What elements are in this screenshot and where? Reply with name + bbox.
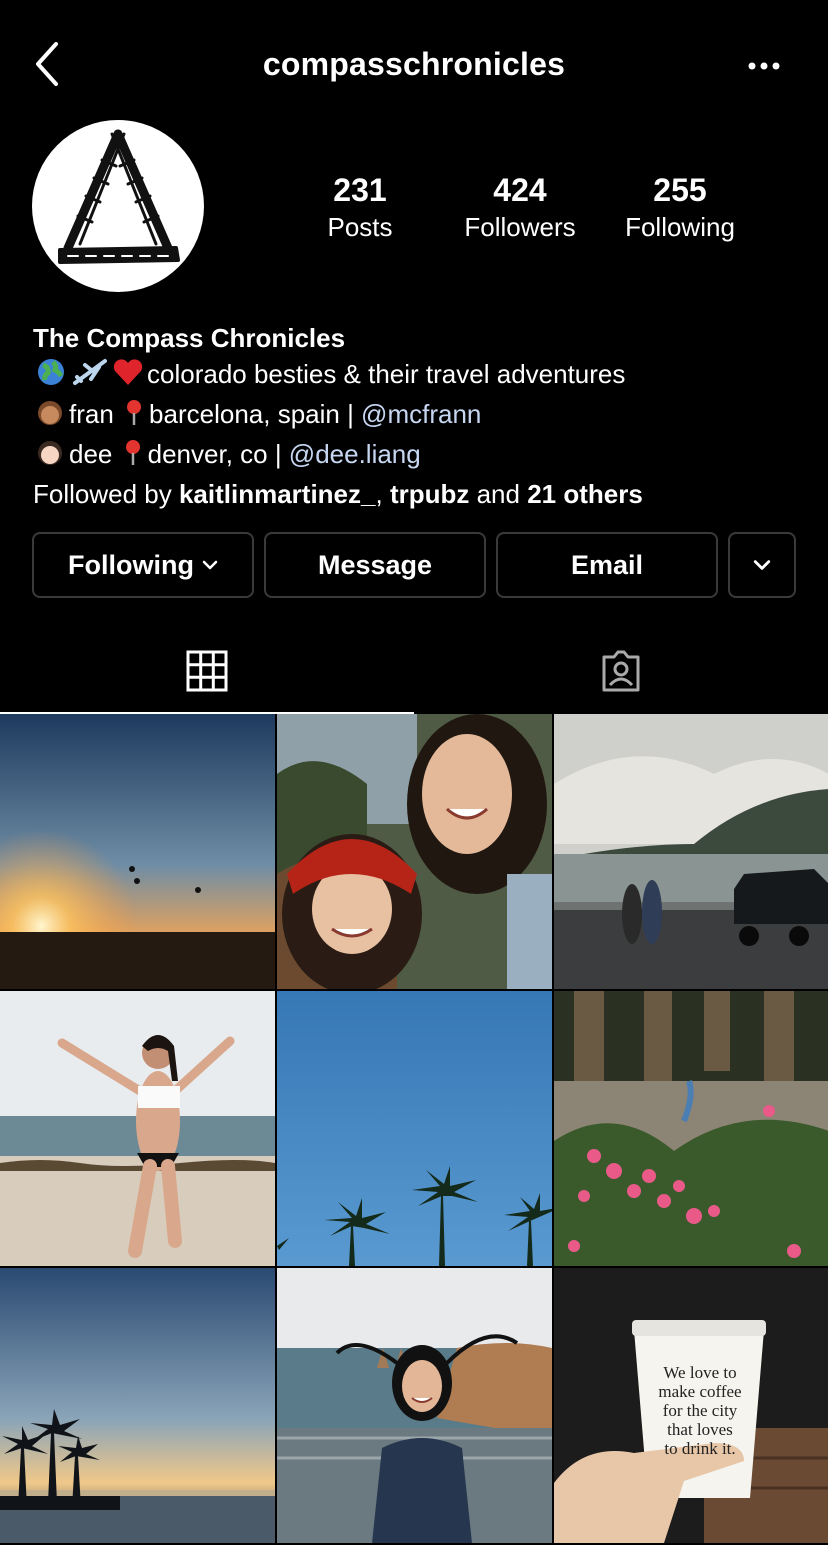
bio-line-2: fran barcelona, spain | @mcfrann xyxy=(33,396,813,436)
coffee-cup-text-line: to drink it. xyxy=(664,1439,735,1458)
followed-by-and: and xyxy=(469,479,528,509)
coffee-cup-text-line: We love to xyxy=(663,1363,736,1382)
mention-dee-liang[interactable]: @dee.liang xyxy=(289,439,421,469)
followed-by[interactable]: Followed by kaitlinmartinez_, trpubz and… xyxy=(33,476,813,512)
post-thumbnail[interactable] xyxy=(277,1268,552,1543)
more-horizontal-icon[interactable] xyxy=(744,54,784,78)
post-thumbnail[interactable]: We love to make coffee for the city that lo… xyxy=(554,1268,828,1543)
tagged-person-icon xyxy=(602,650,640,692)
bio-fran-name: fran xyxy=(69,399,114,429)
email-button-label: Email xyxy=(570,549,644,580)
profile-bio: The Compass Chronicles colorado besties … xyxy=(33,320,813,512)
coffee-cup-text-line: that loves xyxy=(667,1420,733,1439)
mention-mcfrann[interactable]: @mcfrann xyxy=(361,399,481,429)
globe-icon xyxy=(33,357,69,396)
following-button-label: Following xyxy=(68,549,194,580)
following-button[interactable]: Following xyxy=(32,532,254,598)
coffee-cup-text-line: make coffee xyxy=(658,1382,741,1401)
top-bar: compasschronicles xyxy=(0,0,828,130)
bio-line-1: colorado besties & their travel adventur… xyxy=(33,356,813,396)
tab-tagged[interactable] xyxy=(414,630,828,712)
bio-dee-location: denver, co | xyxy=(147,439,289,469)
stat-label: Following xyxy=(625,212,735,242)
followed-by-others[interactable]: 21 others xyxy=(527,479,643,509)
bio-dee-name: dee xyxy=(69,439,113,469)
stat-posts: 231 Posts xyxy=(280,170,440,244)
post-thumbnail[interactable] xyxy=(554,714,828,989)
tab-posts-grid[interactable] xyxy=(0,630,414,714)
followed-by-prefix: Followed by xyxy=(33,479,179,509)
bio-line-3: dee denver, co | @dee.liang xyxy=(33,436,813,476)
stat-following[interactable]: 255 Following xyxy=(600,170,760,244)
location-pin-icon xyxy=(120,437,146,476)
chevron-down-icon xyxy=(202,560,218,570)
followed-by-separator: , xyxy=(375,479,390,509)
followed-by-user[interactable]: trpubz xyxy=(390,479,469,509)
post-thumbnail[interactable] xyxy=(277,991,552,1266)
profile-avatar[interactable] xyxy=(32,120,204,292)
stat-followers[interactable]: 424 Followers xyxy=(440,170,600,244)
followed-by-user[interactable]: kaitlinmartinez_ xyxy=(179,479,376,509)
post-thumbnail[interactable] xyxy=(277,714,552,989)
profile-display-name: The Compass Chronicles xyxy=(33,323,346,353)
bio-tagline: colorado besties & their travel adventur… xyxy=(147,359,626,389)
email-button[interactable]: Email xyxy=(496,532,718,598)
stat-label: Followers xyxy=(464,212,576,242)
stat-value: 424 xyxy=(493,172,547,208)
stat-value: 255 xyxy=(653,172,707,208)
girl-emoji-icon xyxy=(33,437,67,476)
chevron-down-icon xyxy=(753,560,771,570)
bio-fran-location: barcelona, spain | xyxy=(149,399,362,429)
coffee-cup-text-line: for the city xyxy=(663,1401,738,1420)
heart-icon xyxy=(111,357,145,396)
post-thumbnail[interactable] xyxy=(554,991,828,1266)
stat-label: Posts xyxy=(327,212,393,242)
post-thumbnail[interactable] xyxy=(0,1268,275,1543)
compass-logo-icon xyxy=(58,129,180,264)
suggested-accounts-button[interactable] xyxy=(728,532,796,598)
stat-value: 231 xyxy=(333,172,387,208)
location-pin-icon xyxy=(121,397,147,436)
girl-emoji-icon xyxy=(33,397,67,436)
message-button[interactable]: Message xyxy=(264,532,486,598)
grid-icon xyxy=(186,650,228,692)
coffee-cup-text: We love tomake coffeefor the citythat lo… xyxy=(658,1363,741,1458)
profile-username: compasschronicles xyxy=(262,46,566,82)
post-thumbnail[interactable] xyxy=(0,714,275,989)
profile-tabs xyxy=(0,630,828,714)
post-thumbnail[interactable] xyxy=(0,991,275,1266)
airplane-icon xyxy=(71,357,109,396)
message-button-label: Message xyxy=(317,549,433,580)
